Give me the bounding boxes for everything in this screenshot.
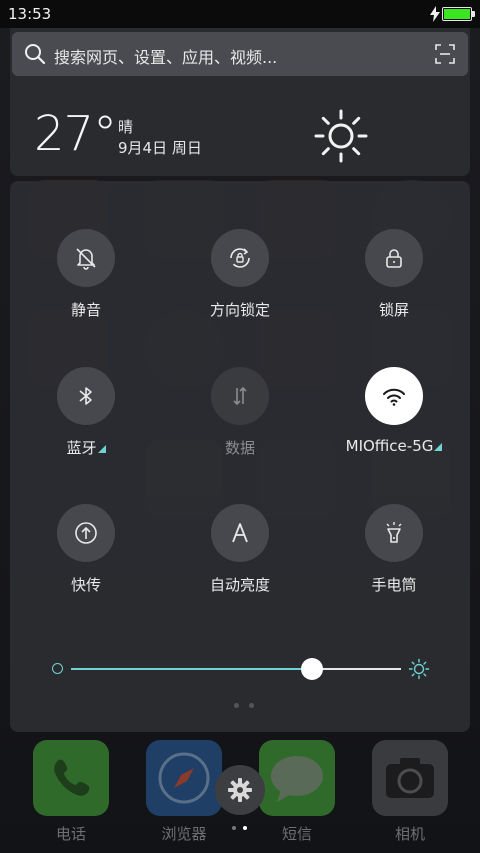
toggle-mute[interactable]: 静音 <box>26 229 146 329</box>
toggle-bluetooth-label: 蓝牙 <box>66 437 106 458</box>
toggle-quick-transfer-button[interactable] <box>57 504 115 562</box>
wifi-icon <box>383 388 405 406</box>
toggle-auto-brightness[interactable]: 自动亮度 <box>180 504 300 604</box>
bell-off-icon <box>76 248 96 270</box>
search-bar[interactable]: 搜索网页、设置、应用、视频... <box>12 32 468 76</box>
status-time: 13:53 <box>8 5 52 23</box>
search-input[interactable]: 搜索网页、设置、应用、视频... <box>54 44 277 68</box>
settings-button[interactable] <box>215 765 265 815</box>
toggle-lock-screen[interactable]: 锁屏 <box>334 229 454 329</box>
brightness-fill <box>71 668 312 670</box>
toggle-flashlight-button[interactable] <box>365 504 423 562</box>
weather-condition: 晴 <box>118 118 134 136</box>
dock-app-browser[interactable] <box>146 740 222 816</box>
brightness-thumb[interactable] <box>300 658 323 680</box>
page-dot <box>232 826 236 830</box>
messages-icon <box>271 756 323 802</box>
battery-cap <box>472 11 475 17</box>
toggle-mute-button[interactable] <box>57 229 115 287</box>
battery-icon <box>442 7 472 21</box>
auto-brightness-icon <box>232 523 248 543</box>
flashlight-icon <box>386 522 402 543</box>
toggle-wifi[interactable]: MIOffice-5G <box>334 367 454 467</box>
toggle-rotation-lock-button[interactable] <box>211 229 269 287</box>
mobile-data-icon <box>233 386 247 406</box>
scan-icon[interactable] <box>435 44 455 64</box>
toggle-lock-screen-label: 锁屏 <box>378 301 409 319</box>
dock-app-phone[interactable] <box>33 740 109 816</box>
toggle-mobile-data[interactable]: 数据 <box>180 367 300 467</box>
weather-temperature[interactable]: 27° <box>34 106 117 162</box>
toggle-bluetooth-button[interactable] <box>57 367 115 425</box>
toggle-mobile-data-label: 数据 <box>224 439 255 457</box>
brightness-high-icon <box>408 658 430 680</box>
toggle-wifi-label: MIOffice-5G <box>346 437 443 455</box>
toggle-bluetooth[interactable]: 蓝牙 <box>26 367 146 467</box>
brightness-low-icon <box>52 663 63 674</box>
home-page-indicator <box>234 703 254 708</box>
bluetooth-icon <box>79 387 92 405</box>
toggle-flashlight-label: 手电筒 <box>371 576 417 594</box>
expand-corner-icon <box>434 443 443 451</box>
toggle-auto-brightness-button[interactable] <box>211 504 269 562</box>
dock-label-camera: 相机 <box>394 825 425 843</box>
dock-label-phone: 电话 <box>55 825 86 843</box>
toggle-quick-transfer[interactable]: 快传 <box>26 504 146 604</box>
page-dot <box>249 703 254 708</box>
page-dot-active <box>243 826 247 830</box>
toggle-flashlight[interactable]: 手电筒 <box>334 504 454 604</box>
battery-level <box>444 9 470 19</box>
dock-app-messages[interactable] <box>259 740 335 816</box>
toggle-wifi-button[interactable] <box>365 367 423 425</box>
charging-bolt-icon <box>430 6 440 22</box>
toggle-rotation-lock[interactable]: 方向锁定 <box>180 229 300 329</box>
weather-date: 9月4日 周日 <box>118 139 202 157</box>
dock-label-messages: 短信 <box>281 825 312 843</box>
sun-icon <box>314 109 368 163</box>
quick-transfer-icon <box>75 522 97 544</box>
toggle-auto-brightness-label: 自动亮度 <box>209 576 270 594</box>
status-bar: 13:53 <box>0 0 480 28</box>
rotation-lock-icon <box>230 248 250 268</box>
browser-icon <box>158 752 210 804</box>
brightness-slider[interactable] <box>50 655 432 683</box>
dock-app-camera[interactable] <box>372 740 448 816</box>
toggle-quick-transfer-label: 快传 <box>70 576 101 594</box>
page-dot <box>234 703 239 708</box>
gear-icon <box>228 778 252 802</box>
toggle-rotation-lock-label: 方向锁定 <box>209 301 270 319</box>
toggle-mute-label: 静音 <box>70 301 101 319</box>
camera-icon <box>386 758 434 798</box>
toggle-lock-screen-button[interactable] <box>365 229 423 287</box>
expand-corner-icon <box>97 445 106 453</box>
search-icon <box>25 44 46 65</box>
dock-page-indicator <box>232 826 247 830</box>
toggle-mobile-data-button[interactable] <box>211 367 269 425</box>
dock-label-browser: 浏览器 <box>161 825 207 843</box>
phone-icon <box>54 759 90 796</box>
lock-icon <box>386 249 402 268</box>
